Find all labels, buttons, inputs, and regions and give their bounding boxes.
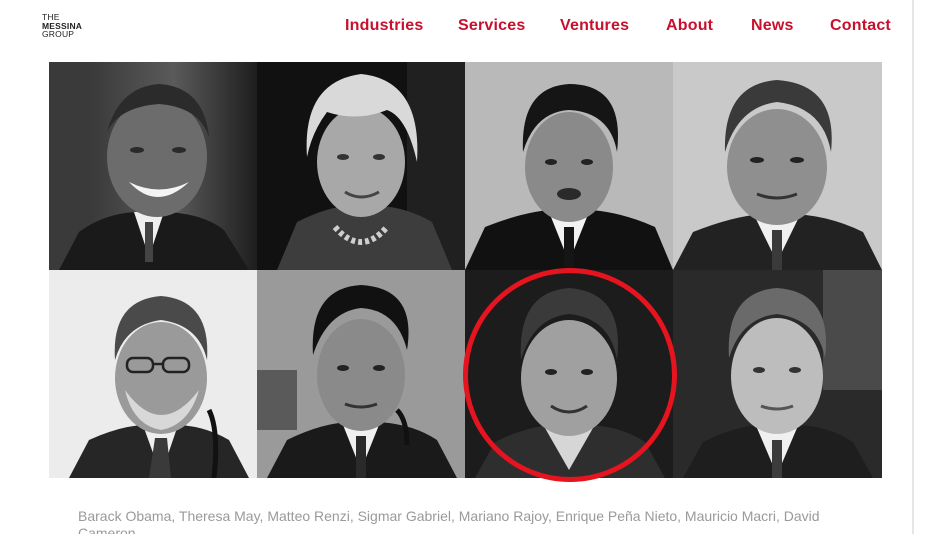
messina-group-logo[interactable]: THE MESSINA GROUP bbox=[42, 13, 102, 39]
portrait-matteo-renzi bbox=[465, 62, 673, 270]
portrait-grid bbox=[49, 62, 882, 478]
portrait-caption: Barack Obama, Theresa May, Matteo Renzi,… bbox=[78, 508, 820, 534]
portrait-image bbox=[49, 62, 257, 270]
portrait-image bbox=[257, 270, 465, 478]
portrait-enrique-pena-nieto bbox=[257, 270, 465, 478]
portrait-image bbox=[465, 62, 673, 270]
portrait-sigmar-gabriel bbox=[673, 62, 882, 270]
portrait-image bbox=[257, 62, 465, 270]
portrait-mauricio-macri bbox=[465, 270, 673, 478]
nav-item-contact[interactable]: Contact bbox=[830, 17, 891, 35]
logo-line-group: GROUP bbox=[42, 29, 75, 39]
portrait-barack-obama bbox=[49, 62, 257, 270]
nav-item-about[interactable]: About bbox=[666, 17, 713, 35]
portrait-image bbox=[465, 270, 673, 478]
nav-item-industries[interactable]: Industries bbox=[345, 17, 423, 35]
nav-item-news[interactable]: News bbox=[751, 17, 794, 35]
portrait-mariano-rajoy bbox=[49, 270, 257, 478]
nav-item-services[interactable]: Services bbox=[458, 17, 525, 35]
portrait-image bbox=[673, 270, 882, 478]
page: THE MESSINA GROUP Industries Services Ve… bbox=[0, 0, 950, 534]
portrait-image bbox=[49, 270, 257, 478]
portrait-image bbox=[673, 62, 882, 270]
nav-item-ventures[interactable]: Ventures bbox=[560, 17, 629, 35]
portrait-david-cameron bbox=[673, 270, 882, 478]
page-edge-divider bbox=[912, 0, 914, 534]
portrait-theresa-may bbox=[257, 62, 465, 270]
